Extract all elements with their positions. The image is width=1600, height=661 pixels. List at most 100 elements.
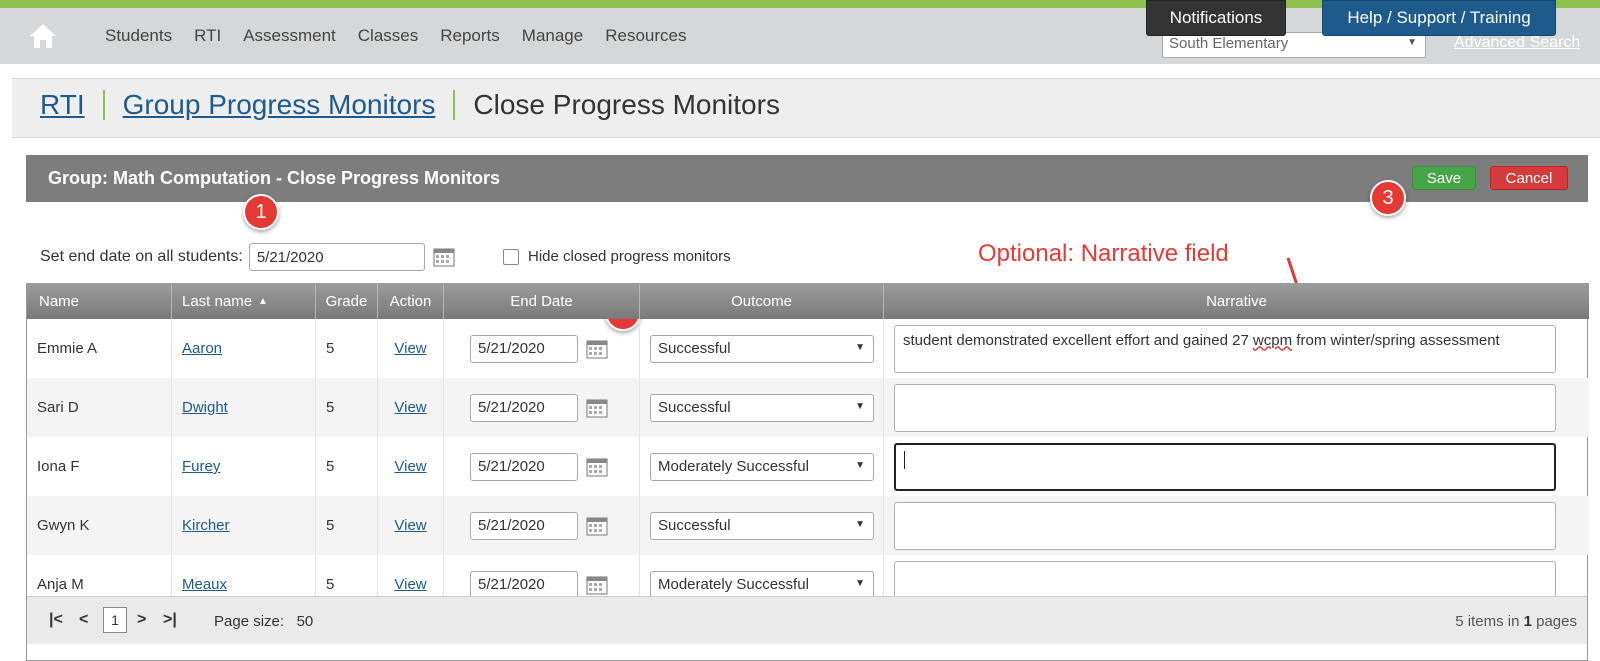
nav-resources[interactable]: Resources (605, 26, 686, 46)
set-end-date-row: Set end date on all students: (40, 243, 455, 271)
cell-name: Iona F (27, 437, 172, 496)
column-header-name[interactable]: Name (27, 283, 172, 319)
table-row: Emmie A Aaron 5 View Successful ▼ student… (27, 319, 1589, 378)
cell-grade: 5 (316, 437, 378, 496)
narrative-text: student demonstrated excellent effort an… (903, 331, 1253, 349)
chevron-down-icon: ▼ (855, 518, 865, 530)
page-size-value[interactable]: 50 (297, 613, 314, 630)
view-link[interactable]: View (394, 399, 426, 416)
outcome-select-value: Successful (658, 339, 731, 357)
breadcrumb: RTI Group Progress Monitors Close Progre… (12, 78, 1600, 138)
outcome-select-value: Moderately Successful (658, 575, 809, 593)
last-name-link[interactable]: Dwight (182, 399, 228, 416)
cell-name: Sari D (27, 378, 172, 437)
previous-page-icon[interactable]: < (79, 611, 88, 629)
column-header-outcome[interactable]: Outcome (640, 283, 884, 319)
calendar-icon[interactable] (586, 457, 608, 477)
pager: |< < 1 > >| Page size: 50 5 items in 1 p… (27, 596, 1587, 644)
hide-closed-checkbox[interactable] (503, 248, 519, 265)
nav-rti[interactable]: RTI (194, 26, 221, 46)
items-count-pages: 1 (1523, 613, 1532, 630)
end-date-input[interactable] (470, 570, 578, 599)
column-header-last-name[interactable]: Last name ▲ (172, 283, 316, 319)
text-cursor (904, 450, 905, 469)
calendar-icon[interactable] (586, 575, 608, 595)
column-header-grade[interactable]: Grade (316, 283, 378, 319)
column-header-narrative: Narrative (884, 283, 1589, 319)
narrative-field[interactable] (894, 383, 1556, 432)
nav-students[interactable]: Students (105, 26, 172, 46)
calendar-icon[interactable] (586, 339, 608, 359)
chevron-down-icon: ▼ (855, 341, 865, 353)
column-header-outcome-label: Outcome (731, 292, 792, 310)
end-date-input[interactable] (470, 452, 578, 481)
group-title: Group: Math Computation - Close Progress… (48, 168, 501, 188)
outcome-select-value: Moderately Successful (658, 457, 809, 475)
column-header-narrative-label: Narrative (1206, 292, 1267, 310)
set-end-date-input[interactable] (248, 243, 425, 271)
last-name-link[interactable]: Kircher (182, 517, 230, 534)
calendar-icon[interactable] (433, 247, 455, 267)
cancel-button[interactable]: Cancel (1490, 166, 1568, 190)
view-link[interactable]: View (394, 340, 426, 357)
column-header-name-label: Name (39, 292, 80, 310)
narrative-field[interactable]: student demonstrated excellent effort an… (894, 324, 1556, 373)
first-page-icon[interactable]: |< (49, 611, 63, 629)
next-page-icon[interactable]: > (137, 611, 146, 629)
chevron-down-icon: ▼ (855, 577, 865, 589)
column-header-end-date-label: End Date (510, 292, 573, 310)
cell-name: Gwyn K (27, 496, 172, 555)
page-size-label: Page size: (214, 613, 285, 630)
chevron-down-icon: ▼ (855, 400, 865, 412)
home-icon[interactable] (28, 22, 58, 50)
cell-grade: 5 (316, 378, 378, 437)
table-row: Iona F Furey 5 View Moderately Successfu… (27, 437, 1589, 496)
outcome-select[interactable]: Successful ▼ (650, 393, 874, 422)
current-page-button[interactable]: 1 (103, 607, 127, 633)
last-name-link[interactable]: Aaron (182, 340, 222, 357)
nav-manage[interactable]: Manage (522, 26, 583, 46)
last-name-link[interactable]: Furey (182, 458, 220, 475)
calendar-icon[interactable] (586, 398, 608, 418)
nav-assessment[interactable]: Assessment (243, 26, 336, 46)
hide-closed-toggle[interactable]: Hide closed progress monitors (503, 248, 731, 265)
view-link[interactable]: View (394, 576, 426, 593)
outcome-select[interactable]: Moderately Successful ▼ (650, 452, 874, 481)
cell-grade: 5 (316, 319, 378, 378)
outcome-select[interactable]: Successful ▼ (650, 511, 874, 540)
main-menu: Students RTI Assessment Classes Reports … (105, 8, 708, 64)
table-row: Sari D Dwight 5 View Successful ▼ (27, 378, 1589, 437)
view-link[interactable]: View (394, 517, 426, 534)
narrative-field-focused[interactable] (894, 442, 1556, 491)
notifications-button[interactable]: Notifications (1146, 0, 1286, 36)
last-page-icon[interactable]: >| (163, 611, 177, 629)
hide-closed-label: Hide closed progress monitors (528, 248, 731, 265)
last-name-link[interactable]: Meaux (182, 576, 227, 593)
annotation-narrative-note: Optional: Narrative field (978, 240, 1229, 267)
outcome-select[interactable]: Moderately Successful ▼ (650, 570, 874, 599)
narrative-field[interactable] (894, 501, 1556, 550)
chevron-down-icon: ▼ (855, 459, 865, 471)
calendar-icon[interactable] (586, 516, 608, 536)
progress-monitor-grid: Name Last name ▲ Grade Action End Date Ou… (26, 283, 1589, 661)
breadcrumb-separator (102, 90, 105, 120)
column-header-end-date[interactable]: End Date (444, 283, 640, 319)
step-marker-3: 3 (1370, 180, 1406, 216)
outcome-select[interactable]: Successful ▼ (650, 334, 874, 363)
school-select-value: South Elementary (1169, 35, 1289, 52)
column-header-last-name-label: Last name (182, 292, 253, 310)
save-button[interactable]: Save (1412, 166, 1476, 190)
end-date-input[interactable] (470, 334, 578, 363)
nav-reports[interactable]: Reports (440, 26, 500, 46)
table-row: Anja M Meaux 5 View Moderately Successfu… (27, 555, 1589, 614)
advanced-search-link[interactable]: Advanced Search (1454, 34, 1580, 52)
breadcrumb-group-pm-link[interactable]: Group Progress Monitors (123, 89, 436, 121)
items-count-text: 5 items in (1455, 613, 1524, 630)
help-support-training-button[interactable]: Help / Support / Training (1322, 0, 1556, 36)
breadcrumb-rti-link[interactable]: RTI (40, 89, 85, 121)
column-header-grade-label: Grade (325, 292, 368, 310)
end-date-input[interactable] (470, 511, 578, 540)
view-link[interactable]: View (394, 458, 426, 475)
nav-classes[interactable]: Classes (358, 26, 418, 46)
end-date-input[interactable] (470, 393, 578, 422)
